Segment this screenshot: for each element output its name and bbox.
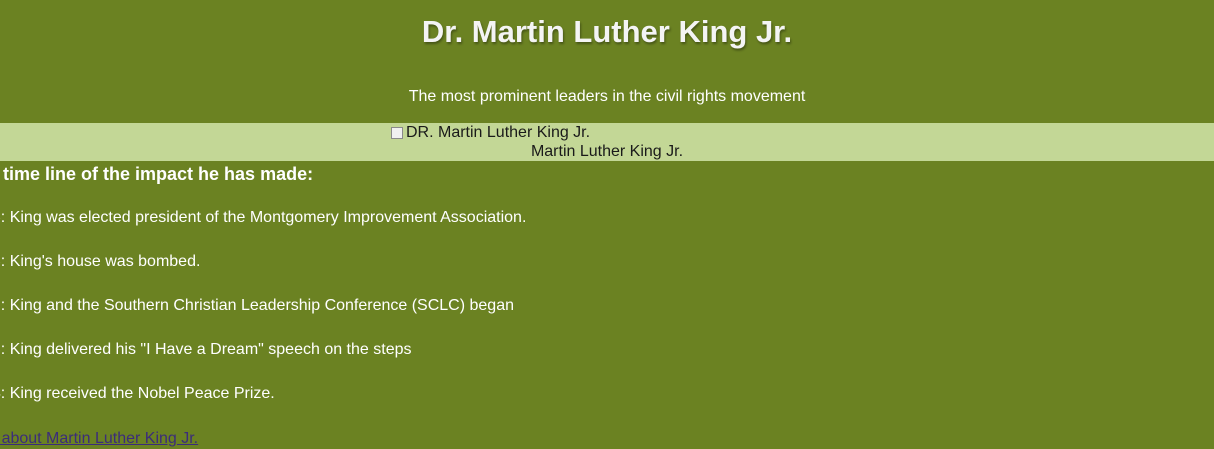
timeline-item: 56: King's house was bombed. — [0, 253, 201, 270]
image-alt-text: DR. Martin Luther King Jr. — [406, 124, 591, 141]
timeline-heading: a time line of the impact he has made: — [0, 164, 314, 184]
timeline-item: 64: King received the Nobel Peace Prize. — [0, 385, 275, 402]
portrait-image: DR. Martin Luther King Jr. — [390, 124, 590, 142]
page-title: Dr. Martin Luther King Jr. — [421, 14, 793, 49]
timeline-item: 57: King and the Southern Christian Lead… — [0, 297, 514, 314]
timeline-item: 55: King was elected president of the Mo… — [0, 209, 527, 226]
timeline-item: 63: King delivered his "I Have a Dream" … — [0, 341, 412, 358]
broken-image-icon — [390, 126, 404, 140]
more-about-link[interactable]: ore about Martin Luther King Jr. — [0, 429, 198, 449]
image-caption: Martin Luther King Jr. — [530, 143, 684, 160]
page-subtitle: The most prominent leaders in the civil … — [408, 88, 806, 105]
image-section: DR. Martin Luther King Jr. Martin Luther… — [0, 123, 1214, 161]
